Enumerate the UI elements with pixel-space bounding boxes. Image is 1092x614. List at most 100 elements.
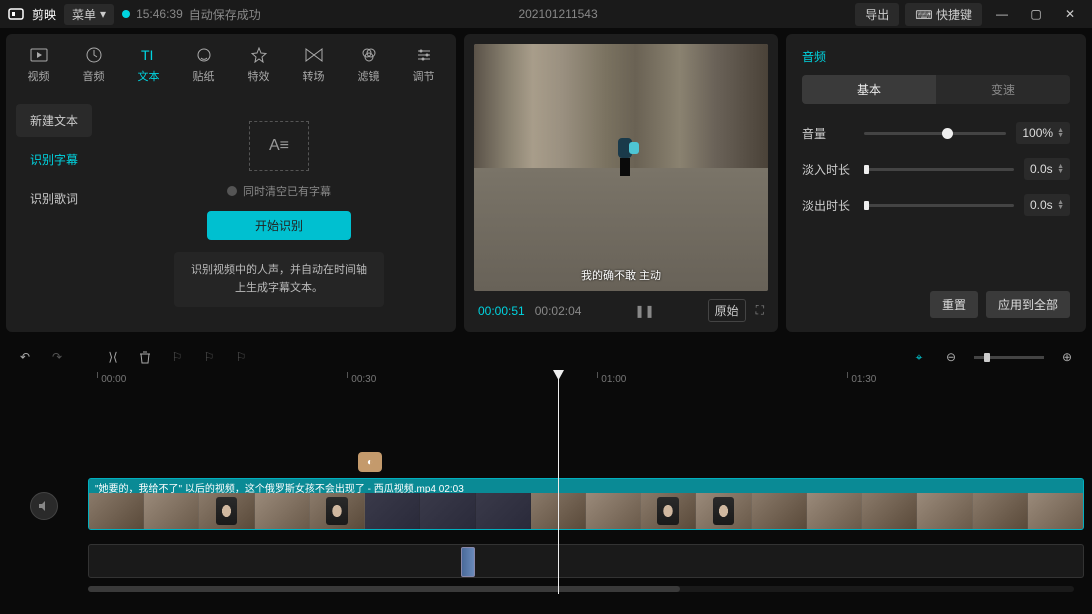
- delete-button[interactable]: [136, 348, 154, 366]
- subnav-new-text[interactable]: 新建文本: [16, 104, 92, 137]
- autosave-text: 自动保存成功: [189, 6, 261, 23]
- original-ratio-button[interactable]: 原始: [708, 299, 746, 322]
- zoom-slider[interactable]: [974, 356, 1044, 359]
- svg-text:TI: TI: [141, 47, 153, 63]
- volume-row: 音量 100%▲▼: [802, 122, 1070, 144]
- menu-button[interactable]: 菜单 ▾: [64, 4, 114, 25]
- fadeout-value[interactable]: 0.0s▲▼: [1024, 194, 1070, 216]
- tab-label: 音频: [83, 68, 105, 84]
- start-recognize-button[interactable]: 开始识别: [207, 211, 351, 240]
- video-clip[interactable]: "她要的，我给不了" 以后的视频，这个俄罗斯女孩不会出现了 - 西瓜视频.mp4…: [88, 478, 1084, 530]
- fadein-slider[interactable]: [864, 168, 1014, 171]
- ruler-mark: 01:00: [601, 374, 626, 385]
- tab-video[interactable]: 视频: [12, 42, 65, 88]
- current-time: 00:00:51: [478, 304, 525, 318]
- timeline-area: ↶ ↷ ⟩⟨ ⚐ ⚐ ⚐ ⌖ ⊖ ⊕ 00:00 00:30 01:00 01:…: [0, 338, 1092, 602]
- tab-sticker[interactable]: 贴纸: [177, 42, 230, 88]
- export-button[interactable]: 导出: [855, 3, 899, 26]
- ruler-mark: 00:30: [351, 374, 376, 385]
- fadeout-label: 淡出时长: [802, 197, 854, 214]
- volume-slider[interactable]: [864, 132, 1006, 135]
- preview-controls: 00:00:51 00:02:04 ❚❚ 原始 ⛶: [474, 291, 768, 322]
- app-name: 剪映: [32, 6, 56, 23]
- flag2-button[interactable]: ⚐: [200, 348, 218, 366]
- tab-label: 贴纸: [193, 68, 215, 84]
- playhead[interactable]: [558, 372, 559, 594]
- reset-button[interactable]: 重置: [930, 291, 978, 318]
- text-icon: TI: [139, 46, 159, 64]
- track-mute-button[interactable]: [30, 492, 58, 520]
- transition-icon: [304, 46, 324, 64]
- volume-label: 音量: [802, 125, 854, 142]
- volume-value[interactable]: 100%▲▼: [1016, 122, 1070, 144]
- undo-button[interactable]: ↶: [16, 348, 34, 366]
- shortcut-button[interactable]: ⌨ 快捷键: [905, 3, 982, 26]
- checkbox-icon: [227, 186, 237, 196]
- video-icon: [29, 46, 49, 64]
- fadeout-row: 淡出时长 0.0s▲▼: [802, 194, 1070, 216]
- maximize-button[interactable]: ▢: [1022, 7, 1050, 21]
- clear-existing-checkbox[interactable]: 同时清空已有字幕: [227, 183, 331, 199]
- properties-panel: 音频 基本 变速 音量 100%▲▼ 淡入时长 0.0s▲▼ 淡出时长 0.0s…: [786, 34, 1086, 332]
- subtitle-recognize-panel: A≡ 同时清空已有字幕 开始识别 识别视频中的人声，并自动在时间轴上生成字幕文本…: [102, 96, 456, 332]
- close-button[interactable]: ✕: [1056, 7, 1084, 21]
- adjustment-chip[interactable]: ◐: [358, 452, 382, 472]
- stepper-icon: ▲▼: [1057, 164, 1064, 174]
- timeline-toolbar: ↶ ↷ ⟩⟨ ⚐ ⚐ ⚐ ⌖ ⊖ ⊕: [8, 342, 1084, 372]
- subnav-recognize-subtitle[interactable]: 识别字幕: [16, 143, 92, 176]
- tab-speed[interactable]: 变速: [936, 75, 1070, 104]
- split-button[interactable]: ⟩⟨: [104, 348, 122, 366]
- tab-label: 特效: [248, 68, 270, 84]
- apply-all-button[interactable]: 应用到全部: [986, 291, 1070, 318]
- tab-filter[interactable]: 滤镜: [342, 42, 395, 88]
- adjust-icon: [414, 46, 434, 64]
- prop-tabs: 基本 变速: [802, 75, 1070, 104]
- zoom-out-button[interactable]: ⊖: [942, 348, 960, 366]
- project-name: 202101211543: [518, 7, 597, 21]
- stepper-icon: ▲▼: [1057, 128, 1064, 138]
- subtitle-preview-icon: A≡: [249, 121, 309, 171]
- fadein-row: 淡入时长 0.0s▲▼: [802, 158, 1070, 180]
- ruler-mark: 01:30: [851, 374, 876, 385]
- magnet-button[interactable]: ⌖: [910, 348, 928, 366]
- timeline-tracks: ◐ "她要的，我给不了" 以后的视频，这个俄罗斯女孩不会出现了 - 西瓜视频.m…: [8, 394, 1084, 594]
- shortcut-label: 快捷键: [936, 8, 972, 22]
- tab-label: 转场: [303, 68, 325, 84]
- hint-text: 识别视频中的人声，并自动在时间轴上生成字幕文本。: [174, 252, 384, 307]
- tab-adjust[interactable]: 调节: [397, 42, 450, 88]
- app-logo-icon: [8, 6, 24, 22]
- tab-audio[interactable]: 音频: [67, 42, 120, 88]
- audio-track[interactable]: [88, 544, 1084, 578]
- flag3-button[interactable]: ⚐: [232, 348, 250, 366]
- panel-title: 音频: [802, 48, 1070, 65]
- audio-icon: [84, 46, 104, 64]
- zoom-in-button[interactable]: ⊕: [1058, 348, 1076, 366]
- flag1-button[interactable]: ⚐: [168, 348, 186, 366]
- preview-subtitle: 我的确不敢 主动: [474, 267, 768, 283]
- tab-label: 调节: [413, 68, 435, 84]
- audio-clip[interactable]: [461, 547, 475, 577]
- chevron-down-icon: ▾: [100, 7, 106, 21]
- tab-basic[interactable]: 基本: [802, 75, 936, 104]
- clip-label: "她要的，我给不了" 以后的视频，这个俄罗斯女孩不会出现了 - 西瓜视频.mp4…: [89, 479, 1083, 493]
- autosave-time: 15:46:39: [136, 7, 183, 21]
- pause-button[interactable]: ❚❚: [634, 304, 654, 318]
- stepper-icon: ▲▼: [1057, 200, 1064, 210]
- tab-effect[interactable]: 特效: [232, 42, 285, 88]
- timeline-scrollbar[interactable]: [88, 586, 1074, 592]
- subnav-recognize-lyrics[interactable]: 识别歌词: [16, 182, 92, 215]
- minimize-button[interactable]: —: [988, 7, 1016, 21]
- fadeout-slider[interactable]: [864, 204, 1014, 207]
- redo-button[interactable]: ↷: [48, 348, 66, 366]
- keyboard-icon: ⌨: [915, 8, 932, 22]
- total-time: 00:02:04: [535, 304, 582, 318]
- tab-text[interactable]: TI文本: [122, 42, 175, 88]
- preview-panel: 我的确不敢 主动 00:00:51 00:02:04 ❚❚ 原始 ⛶: [464, 34, 778, 332]
- fullscreen-button[interactable]: ⛶: [756, 303, 764, 318]
- preview-viewport[interactable]: 我的确不敢 主动: [474, 44, 768, 291]
- effect-icon: [249, 46, 269, 64]
- ruler-mark: 00:00: [101, 374, 126, 385]
- fadein-value[interactable]: 0.0s▲▼: [1024, 158, 1070, 180]
- time-ruler[interactable]: 00:00 00:30 01:00 01:30: [88, 374, 1014, 392]
- tab-transition[interactable]: 转场: [287, 42, 340, 88]
